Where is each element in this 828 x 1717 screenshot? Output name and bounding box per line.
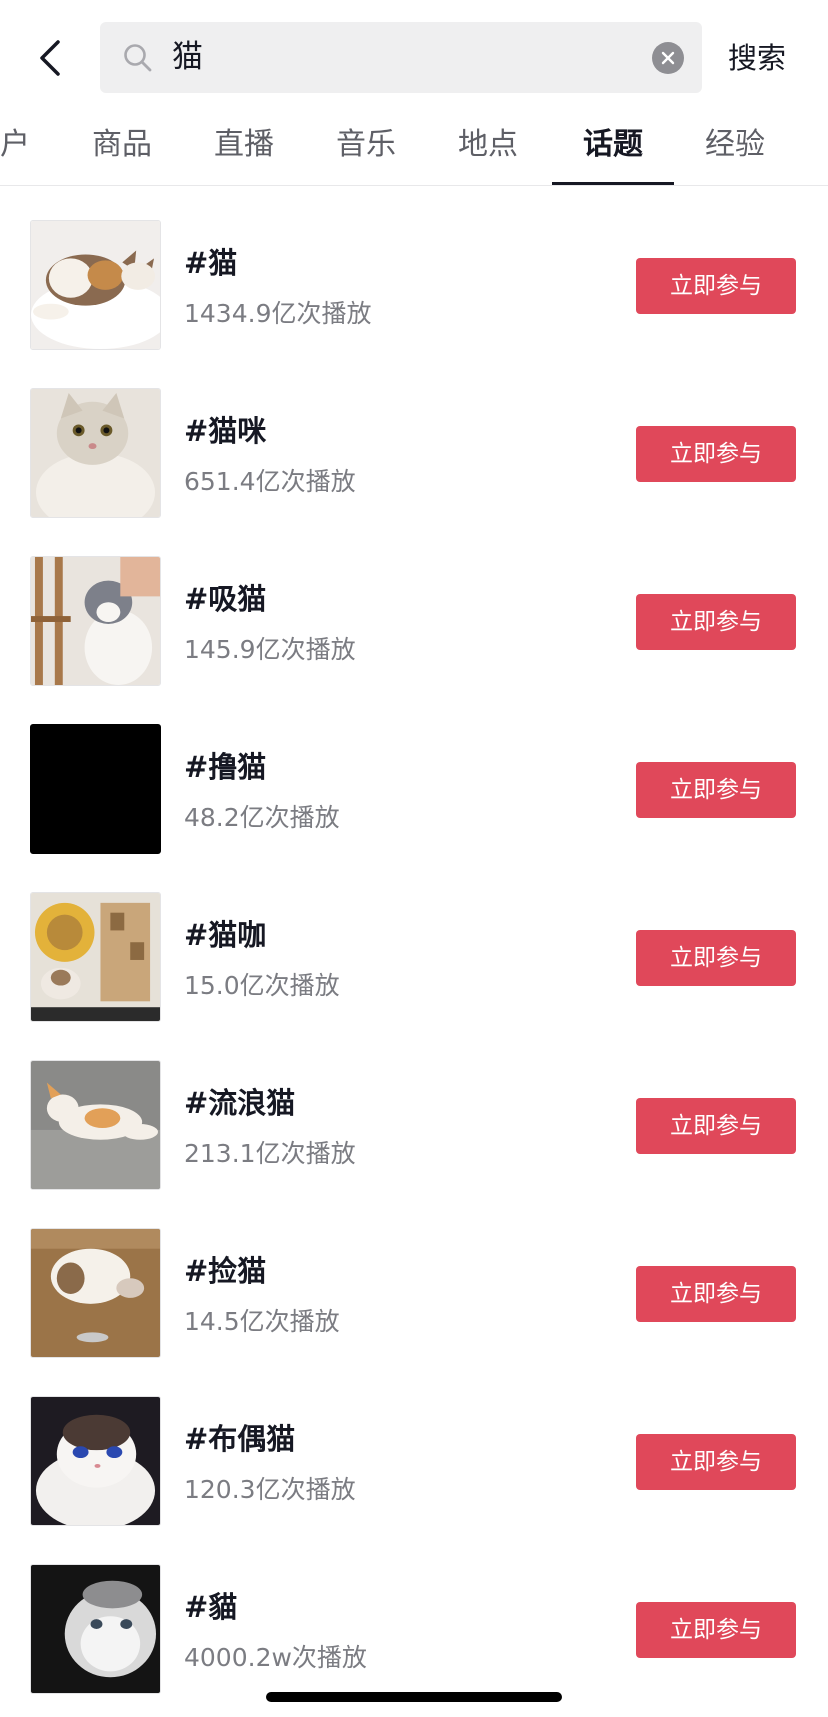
topic-title: #流浪猫 [184, 1086, 296, 1120]
join-topic-button[interactable]: 立即参与 [636, 594, 796, 650]
join-topic-button[interactable]: 立即参与 [636, 258, 796, 314]
search-header: 搜索 [0, 0, 828, 116]
list-item[interactable]: #猫 1434.9亿次播放 立即参与 [0, 186, 828, 354]
topic-title: #撸猫 [184, 750, 267, 784]
topic-thumbnail [30, 1564, 161, 1694]
list-item[interactable]: #布偶猫 120.3亿次播放 立即参与 [0, 1362, 828, 1530]
topic-title: #布偶猫 [184, 1422, 296, 1456]
topic-thumbnail [30, 388, 161, 518]
topic-play-count: 48.2亿次播放 [184, 803, 340, 832]
chevron-left-icon [40, 40, 60, 76]
join-topic-button[interactable]: 立即参与 [636, 930, 796, 986]
topic-thumbnail [30, 556, 161, 686]
tab-places[interactable]: 地点 [448, 116, 528, 185]
topic-play-count: 1434.9亿次播放 [184, 299, 372, 328]
join-topic-button[interactable]: 立即参与 [636, 1098, 796, 1154]
join-topic-button[interactable]: 立即参与 [636, 762, 796, 818]
list-item[interactable]: #猫咪 651.4亿次播放 立即参与 [0, 354, 828, 522]
tab-live[interactable]: 直播 [204, 116, 284, 185]
category-tabs: 户 商品 直播 音乐 地点 话题 经验 [0, 116, 828, 186]
topic-play-count: 14.5亿次播放 [184, 1307, 340, 1336]
search-box[interactable] [100, 22, 702, 93]
join-topic-button[interactable]: 立即参与 [636, 1266, 796, 1322]
join-topic-button[interactable]: 立即参与 [636, 1434, 796, 1490]
topic-thumbnail [30, 1396, 161, 1526]
topic-title: #猫咪 [184, 414, 267, 448]
topic-title: #貓 [184, 1590, 238, 1624]
topic-play-count: 4000.2w次播放 [184, 1643, 367, 1672]
list-item[interactable]: #猫咖 15.0亿次播放 立即参与 [0, 858, 828, 1026]
home-indicator[interactable] [266, 1692, 562, 1702]
topic-title: #吸猫 [184, 582, 267, 616]
topic-title: #捡猫 [184, 1254, 267, 1288]
topic-thumbnail [30, 220, 161, 350]
topic-play-count: 120.3亿次播放 [184, 1475, 356, 1504]
list-item[interactable]: #捡猫 14.5亿次播放 立即参与 [0, 1194, 828, 1362]
tab-users[interactable]: 户 [0, 116, 40, 185]
topic-thumbnail [30, 892, 161, 1022]
topic-thumbnail [30, 724, 161, 854]
close-icon [661, 51, 675, 65]
topic-play-count: 15.0亿次播放 [184, 971, 340, 1000]
topic-play-count: 651.4亿次播放 [184, 467, 356, 496]
topic-play-count: 145.9亿次播放 [184, 635, 356, 664]
search-submit-button[interactable]: 搜索 [728, 30, 786, 86]
list-item[interactable]: #貓 4000.2w次播放 立即参与 [0, 1530, 828, 1698]
search-icon [124, 44, 152, 72]
tab-products[interactable]: 商品 [82, 116, 162, 185]
clear-search-button[interactable] [652, 42, 684, 74]
topic-thumbnail [30, 1060, 161, 1190]
list-item[interactable]: #流浪猫 213.1亿次播放 立即参与 [0, 1026, 828, 1194]
topic-play-count: 213.1亿次播放 [184, 1139, 356, 1168]
list-item[interactable]: #吸猫 145.9亿次播放 立即参与 [0, 522, 828, 690]
search-input[interactable] [172, 22, 612, 93]
join-topic-button[interactable]: 立即参与 [636, 1602, 796, 1658]
topic-title: #猫咖 [184, 918, 267, 952]
join-topic-button[interactable]: 立即参与 [636, 426, 796, 482]
tab-music[interactable]: 音乐 [326, 116, 406, 185]
back-button[interactable] [30, 34, 70, 82]
topic-title: #猫 [184, 246, 238, 280]
tab-experience[interactable]: 经验 [694, 116, 776, 185]
tab-topics[interactable]: 话题 [572, 116, 654, 185]
list-item[interactable]: #撸猫 48.2亿次播放 立即参与 [0, 690, 828, 858]
topic-thumbnail [30, 1228, 161, 1358]
